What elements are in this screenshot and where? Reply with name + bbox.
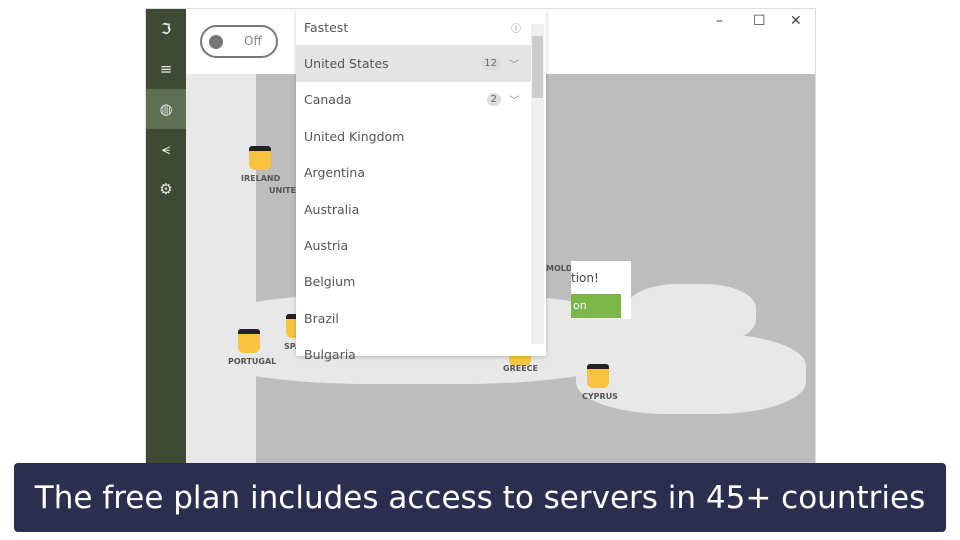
minimize-button[interactable]: – — [716, 13, 723, 29]
label-ireland: IRELAND — [241, 174, 281, 183]
menu-icon[interactable]: ≡ — [146, 49, 186, 89]
country-label: Australia — [304, 201, 360, 217]
app-window: ℑ ≡ ◍ ⪪ ⚙ IRELAND UNITE PORTUGAL SPA GRE… — [145, 8, 816, 464]
label-portugal: PORTUGAL — [228, 357, 277, 366]
country-label: Bulgaria — [304, 347, 356, 363]
label-cyprus: CYPRUS — [582, 392, 618, 401]
country-item[interactable]: Canada 2 ﹀ — [296, 82, 531, 118]
country-item[interactable]: Bulgaria — [296, 337, 531, 373]
popup-text: tion! — [571, 271, 599, 285]
logo-icon: ℑ — [160, 20, 172, 38]
server-count-badge: 2 — [486, 93, 501, 107]
country-item[interactable]: United States 12 ﹀ — [296, 45, 531, 82]
country-label: Brazil — [304, 310, 339, 326]
country-item[interactable]: Fastest ⓘ — [296, 9, 531, 45]
scrollbar[interactable] — [531, 24, 544, 344]
country-dropdown[interactable]: Fastest ⓘ United States 12 ﹀ Canada 2 ﹀ United K… — [296, 9, 546, 362]
connect-popup: tion! on — [571, 261, 631, 319]
country-label: Austria — [304, 238, 349, 254]
country-item[interactable]: United Kingdom — [296, 118, 531, 154]
country-label: Belgium — [304, 274, 356, 290]
server-count-badge: 12 — [480, 57, 501, 71]
country-label: United States — [304, 56, 389, 72]
country-label: Canada — [304, 92, 352, 108]
connect-button[interactable]: on — [571, 294, 621, 318]
vpn-toggle[interactable]: Off — [200, 25, 278, 58]
server-pin-portugal[interactable] — [238, 329, 260, 353]
country-item[interactable]: Austria — [296, 227, 531, 263]
globe-icon[interactable]: ◍ — [146, 89, 186, 129]
country-item[interactable]: Australia — [296, 191, 531, 227]
country-label: Fastest — [304, 19, 349, 35]
chevron-down-icon[interactable]: ﹀ — [509, 56, 519, 71]
maximize-button[interactable]: ☐ — [753, 13, 766, 29]
close-button[interactable]: ✕ — [790, 13, 802, 29]
country-label: United Kingdom — [304, 128, 405, 144]
country-item[interactable]: Brazil — [296, 300, 531, 336]
label-uk: UNITE — [269, 186, 297, 195]
gear-icon[interactable]: ⚙ — [146, 169, 186, 209]
info-icon[interactable]: ⓘ — [511, 20, 521, 35]
share-icon[interactable]: ⪪ — [146, 129, 186, 169]
caption-banner: The free plan includes access to servers… — [14, 463, 946, 532]
country-label: Argentina — [304, 165, 365, 181]
server-pin-ireland[interactable] — [249, 146, 271, 170]
server-pin-cyprus[interactable] — [587, 364, 609, 388]
country-item[interactable]: Belgium — [296, 264, 531, 300]
sidebar: ℑ ≡ ◍ ⪪ ⚙ — [146, 9, 186, 463]
country-item[interactable]: Argentina — [296, 155, 531, 191]
chevron-down-icon[interactable]: ﹀ — [509, 92, 519, 107]
toggle-label: Off — [244, 34, 262, 48]
